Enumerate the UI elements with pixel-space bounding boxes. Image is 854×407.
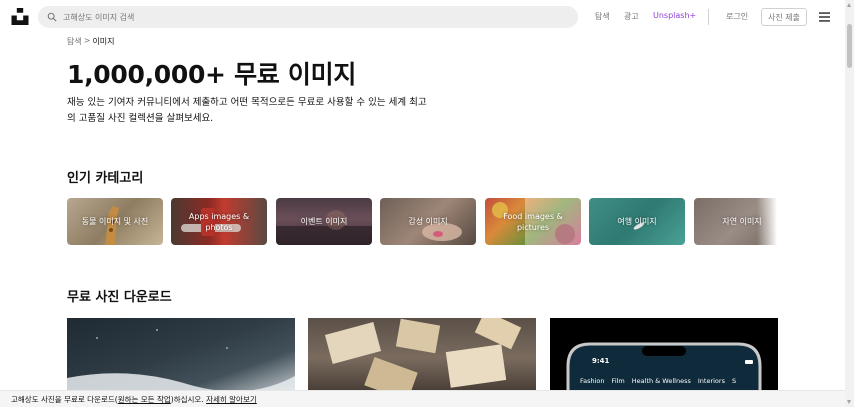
category-label: 동물 이미지 및 사진 xyxy=(81,217,149,226)
cookie-learn-more-link[interactable]: 자세히 알아보기 xyxy=(206,395,257,404)
search-input[interactable] xyxy=(63,12,543,22)
breadcrumb-separator: > xyxy=(83,36,91,45)
nav-divider xyxy=(708,9,709,25)
photo-card-3[interactable] xyxy=(550,318,778,398)
category-label: Food images & pictures xyxy=(503,211,563,232)
phone-tab: Film xyxy=(611,377,625,385)
unsplash-logo-icon[interactable] xyxy=(11,8,29,25)
cookie-text: )하십시오. xyxy=(170,395,204,404)
popular-categories-heading: 인기 카테고리 xyxy=(67,171,144,186)
page-description: 재능 있는 기여자 커뮤니티에서 제출하고 어떤 목적으로든 무료로 사용할 수… xyxy=(67,97,427,124)
page-scrollbar[interactable] xyxy=(845,0,854,407)
phone-tab: Interiors xyxy=(697,377,725,385)
category-card-animals[interactable]: 동물 이미지 및 사진 xyxy=(67,198,163,245)
login-link[interactable]: 로그인 xyxy=(726,11,748,22)
category-label: 자연 이미지 xyxy=(722,217,762,226)
category-card-travel[interactable]: 여행 이미지 xyxy=(589,198,685,245)
category-label: 여행 이미지 xyxy=(617,217,657,226)
cookie-any-use-link[interactable]: 원하는 모든 작업 xyxy=(118,395,171,404)
category-card-emotions[interactable]: 감성 이미지 xyxy=(380,198,476,245)
submit-photo-button[interactable]: 사진 제출 xyxy=(761,8,807,26)
nav-advertise-link[interactable]: 광고 xyxy=(624,11,639,22)
scroll-up-arrow-icon[interactable] xyxy=(847,3,851,7)
phone-tab: Health & Wellness xyxy=(631,377,691,385)
photo-card-1[interactable] xyxy=(67,318,295,398)
breadcrumb-current: 이미지 xyxy=(92,37,115,46)
breadcrumb-explore-link[interactable]: 탐색 xyxy=(67,36,82,47)
category-label: 이벤트 이미지 xyxy=(300,217,348,226)
phone-tab: Fashion xyxy=(580,377,605,385)
photo-3-phone-image xyxy=(566,342,762,398)
scroll-down-arrow-icon[interactable] xyxy=(847,400,851,404)
search-bar[interactable] xyxy=(38,6,578,28)
page-title: 1,000,000+ 무료 이미지 xyxy=(67,60,357,89)
nav-explore-link[interactable]: 탐색 xyxy=(595,11,610,22)
photo-card-2[interactable] xyxy=(308,318,536,398)
category-card-events[interactable]: 이벤트 이미지 xyxy=(276,198,372,245)
cookie-notice-bar: 고해상도 사진을 무료로 다운로드(원하는 모든 작업)하십시오. 자세히 알아… xyxy=(0,390,845,407)
phone-tab: S xyxy=(731,377,737,385)
category-label: 감성 이미지 xyxy=(408,217,448,226)
nav-unsplash-plus-link[interactable]: Unsplash+ xyxy=(653,11,696,20)
scrollbar-thumb[interactable] xyxy=(847,24,852,68)
photo-1-image xyxy=(67,329,295,398)
breadcrumb: 탐색 > 이미지 xyxy=(67,36,115,47)
free-downloads-heading: 무료 사진 다운로드 xyxy=(67,290,172,305)
top-navigation-bar: 탐색 광고 Unsplash+ 로그인 사진 제출 xyxy=(0,0,845,34)
cookie-text: 고해상도 사진을 무료로 다운로드( xyxy=(11,395,118,404)
hamburger-menu-icon[interactable] xyxy=(819,12,830,22)
category-carousel: 동물 이미지 및 사진 Apps images & photos 이벤트 이미지… xyxy=(67,198,777,246)
photo-2-image xyxy=(324,318,522,398)
category-card-apps[interactable]: Apps images & photos xyxy=(171,198,267,245)
phone-app-tabs: Fashion Film Health & Wellness Interiors… xyxy=(580,377,736,385)
search-icon[interactable] xyxy=(47,12,57,22)
category-label: Apps images & photos xyxy=(188,211,250,232)
phone-time: 9:41 xyxy=(592,357,610,365)
carousel-fade-overlay xyxy=(757,198,777,246)
category-card-food[interactable]: Food images & pictures xyxy=(485,198,581,245)
